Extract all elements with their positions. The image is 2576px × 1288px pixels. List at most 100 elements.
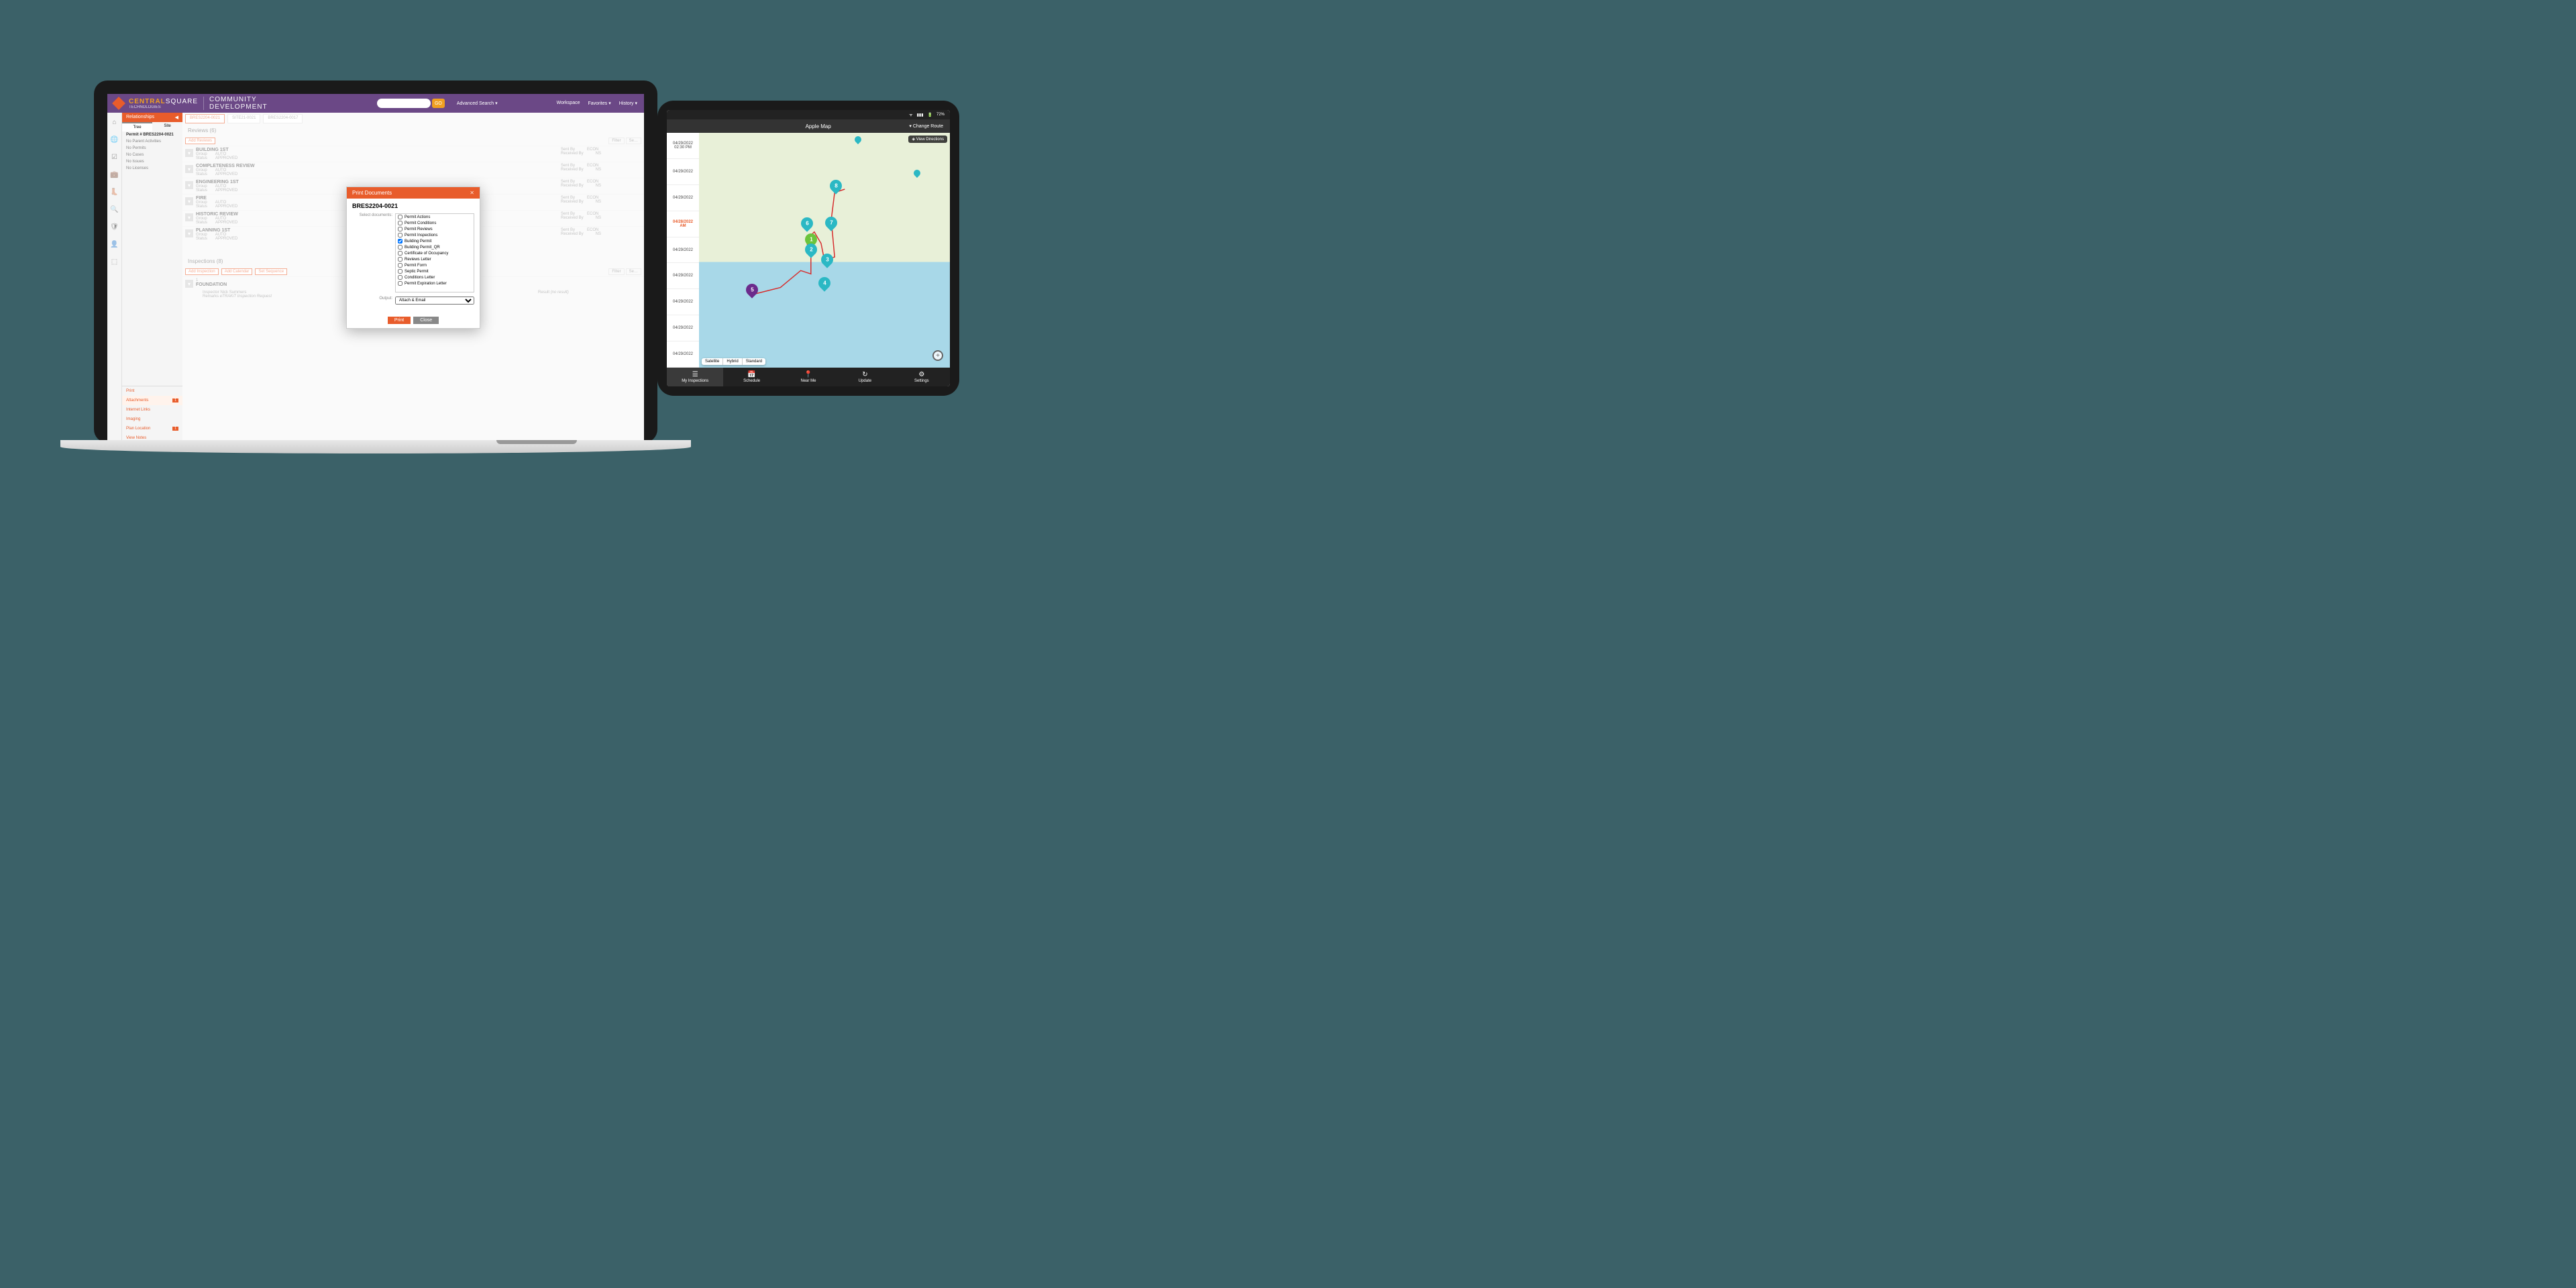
doc-checkbox[interactable] [398, 275, 402, 280]
history-link[interactable]: History ▾ [619, 101, 637, 106]
nav-my-inspections[interactable]: ☰My Inspections [667, 368, 723, 386]
map-pin-small[interactable] [853, 135, 863, 144]
laptop-base [60, 440, 691, 453]
date-item[interactable]: 04/29/2022 [667, 289, 699, 315]
doc-checkbox-item[interactable]: Building Permit [396, 238, 474, 244]
laptop-notch [496, 440, 577, 444]
doc-checkbox[interactable] [398, 251, 402, 256]
document-checklist[interactable]: Permit ActionsPermit ConditionsPermit Re… [395, 213, 474, 292]
wifi-icon: ᯤ [909, 112, 912, 117]
change-route-link[interactable]: ▾ Change Route [909, 123, 943, 129]
date-item-current[interactable]: 04/28/2022AM [667, 211, 699, 237]
refresh-icon: ↻ [862, 371, 867, 378]
workspace-link[interactable]: Workspace [557, 101, 580, 106]
search-icon[interactable]: 🔍 [111, 205, 119, 213]
doc-checkbox[interactable] [398, 215, 402, 219]
favorites-link[interactable]: Favorites ▾ [588, 101, 610, 106]
tree-item[interactable]: No Permits [122, 145, 182, 152]
permit-label[interactable]: Permit # BRES2204-0021 [122, 131, 182, 138]
doc-checkbox[interactable] [398, 263, 402, 268]
tab-tree[interactable]: Tree [122, 122, 152, 131]
tree-item[interactable]: No Issues [122, 158, 182, 165]
battery-percent: 72% [936, 113, 945, 117]
tab-site[interactable]: Site [152, 122, 182, 131]
output-select[interactable]: Attach & Email [395, 297, 474, 305]
doc-checkbox[interactable] [398, 257, 402, 262]
close-icon[interactable]: ✕ [470, 190, 474, 196]
status-bar: ᯤ ▮▮▮ 🔋 72% [667, 110, 950, 119]
globe-icon[interactable]: 🌐 [111, 136, 119, 144]
map-pin-6[interactable]: 6 [798, 215, 815, 231]
shield-icon[interactable]: 🛡 [111, 223, 119, 231]
doc-checkbox-item[interactable]: Permit Actions [396, 214, 474, 220]
person-icon[interactable]: 👤 [111, 240, 119, 248]
laptop-device: CENTRALSQUARE TECHNOLOGIES COMMUNITY DEV… [94, 80, 657, 443]
doc-checkbox-item[interactable]: Reviews Letter [396, 256, 474, 262]
date-item[interactable]: 04/29/2022 [667, 185, 699, 211]
advanced-search-link[interactable]: Advanced Search ▾ [457, 101, 498, 106]
nav-update[interactable]: ↻Update [837, 368, 893, 386]
map-pin-8[interactable]: 8 [827, 177, 844, 194]
nav-settings[interactable]: ⚙Settings [894, 368, 950, 386]
nav-near-me[interactable]: 📍Near Me [780, 368, 837, 386]
locate-me-button[interactable] [932, 350, 943, 361]
tree-item[interactable]: No Licenses [122, 165, 182, 172]
doc-checkbox-item[interactable]: Septic Permit [396, 268, 474, 274]
map-pin-small[interactable] [912, 168, 922, 178]
briefcase-icon[interactable]: 💼 [111, 170, 119, 178]
doc-checkbox-item[interactable]: Permit Expiration Letter [396, 280, 474, 286]
doc-checkbox-item[interactable]: Conditions Letter [396, 274, 474, 280]
date-item[interactable]: 04/29/2022 [667, 263, 699, 289]
checklist-icon[interactable]: ☑ [111, 153, 119, 161]
search-input[interactable] [377, 99, 431, 108]
print-link[interactable]: Print [122, 386, 182, 396]
map-pin-4[interactable]: 4 [816, 274, 833, 291]
logo-icon [112, 97, 125, 110]
tablet-header: Apple Map ▾ Change Route [667, 119, 950, 133]
doc-checkbox-item[interactable]: Permit Inspections [396, 232, 474, 238]
attachments-link[interactable]: Attachments1 [122, 396, 182, 405]
map-mode-toggle[interactable]: Satellite Hybrid Standard [702, 358, 765, 365]
doc-checkbox[interactable] [398, 227, 402, 231]
view-directions-link[interactable]: ◈ View Directions [908, 136, 947, 143]
go-button[interactable]: GO [432, 99, 445, 108]
plan-location-link[interactable]: Plan Location1 [122, 424, 182, 433]
map-pin-5[interactable]: 5 [743, 281, 760, 298]
map-pin-7[interactable]: 7 [822, 214, 839, 231]
doc-checkbox[interactable] [398, 281, 402, 286]
close-button[interactable]: Close [413, 317, 439, 324]
doc-checkbox-item[interactable]: Building Permit_QR [396, 244, 474, 250]
doc-checkbox-item[interactable]: Permit Conditions [396, 220, 474, 226]
date-item[interactable]: 04/29/2022 [667, 159, 699, 185]
print-button[interactable]: Print [388, 317, 411, 324]
map-canvas[interactable]: ◈ View Directions 1 2 3 4 5 6 7 8 Satell… [699, 133, 950, 368]
doc-checkbox[interactable] [398, 233, 402, 237]
tree-item[interactable]: No Parent Activities [122, 138, 182, 145]
home-icon[interactable]: ⌂ [111, 118, 119, 126]
doc-checkbox-item[interactable]: Certificate of Occupancy [396, 250, 474, 256]
brand-sub: TECHNOLOGIES [129, 105, 198, 109]
doc-checkbox[interactable] [398, 245, 402, 250]
side-panel: Relationships ◀ Tree Site Permit # BRES2… [122, 113, 182, 443]
date-item[interactable]: 04/29/202202:30 PM [667, 133, 699, 159]
select-docs-label: Select documents: [352, 213, 392, 292]
doc-checkbox[interactable] [398, 221, 402, 225]
imaging-link[interactable]: Imaging [122, 415, 182, 424]
brand-name: CENTRALSQUARE [129, 98, 198, 105]
date-item[interactable]: 04/29/2022 [667, 341, 699, 368]
map-pin-3[interactable]: 3 [818, 251, 835, 268]
tablet-device: ᯤ ▮▮▮ 🔋 72% Apple Map ▾ Change Route 04/… [657, 101, 959, 396]
map-pin-2[interactable]: 2 [802, 241, 819, 258]
internet-links[interactable]: Internet Links [122, 405, 182, 415]
doc-checkbox-item[interactable]: Permit Form [396, 262, 474, 268]
boot-icon[interactable]: 👢 [111, 188, 119, 196]
doc-checkbox[interactable] [398, 239, 402, 244]
tree-item[interactable]: No Cases [122, 152, 182, 158]
stamp-icon[interactable]: ⬚ [111, 258, 119, 266]
doc-checkbox[interactable] [398, 269, 402, 274]
date-item[interactable]: 04/29/2022 [667, 237, 699, 264]
nav-schedule[interactable]: 📅Schedule [723, 368, 780, 386]
date-item[interactable]: 04/29/2022 [667, 315, 699, 341]
doc-checkbox-item[interactable]: Permit Reviews [396, 226, 474, 232]
collapse-icon[interactable]: ◀ [175, 115, 178, 120]
